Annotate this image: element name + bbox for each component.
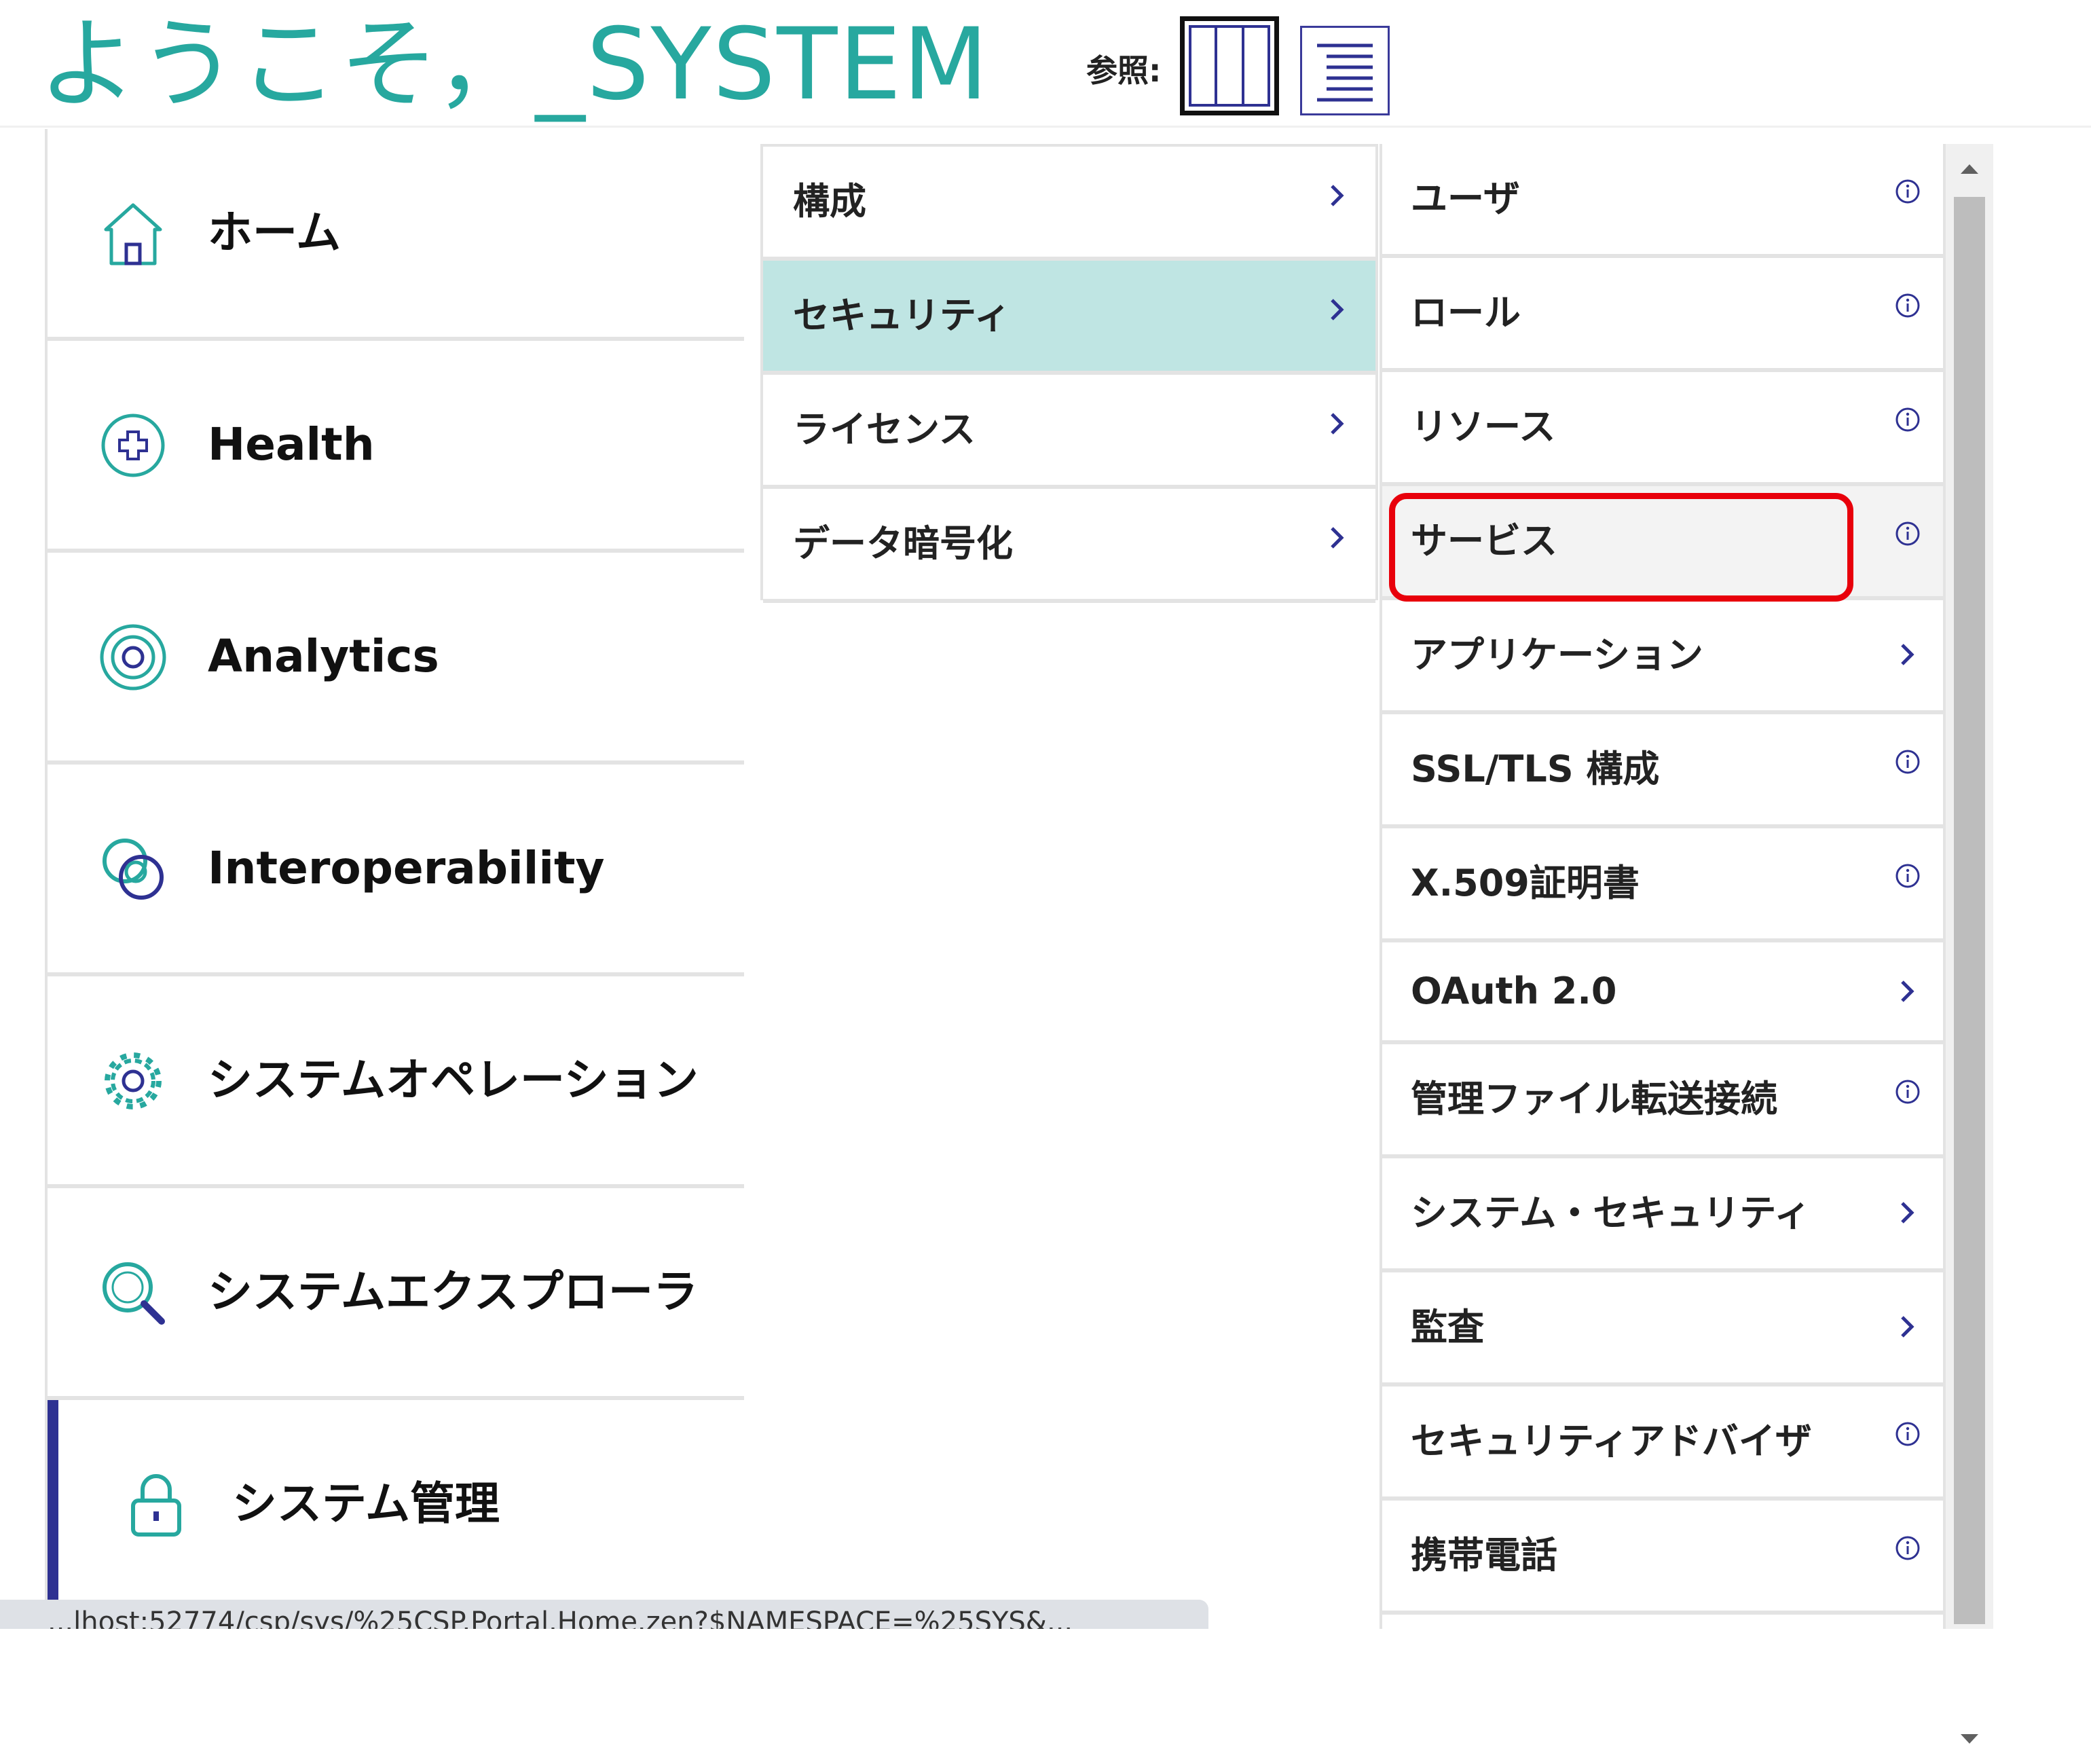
nav-label: Health: [208, 418, 375, 471]
chevron-right-icon: [1331, 299, 1344, 320]
info-icon[interactable]: [1894, 178, 1921, 205]
security-item-x509[interactable]: X.509証明書: [1382, 828, 1943, 942]
submenu-item-security[interactable]: セキュリティ: [763, 261, 1375, 375]
security-item-resources[interactable]: リソース: [1382, 372, 1943, 486]
submenu-item-configuration[interactable]: 構成: [763, 147, 1375, 261]
list-item[interactable]: [1382, 1615, 1943, 1629]
nav-item-system-operation[interactable]: システムオペレーション: [48, 976, 744, 1188]
chevron-right-icon: [1331, 527, 1344, 549]
magnifier-icon: [103, 1262, 165, 1325]
submenu-label: 構成: [793, 180, 866, 223]
security-item-security-advisor[interactable]: セキュリティアドバイザ: [1382, 1386, 1943, 1501]
nav-label: Interoperability: [208, 842, 605, 894]
submenu-label: セキュリティ: [793, 294, 1011, 337]
list-view-icon: [1317, 43, 1373, 102]
security-item-applications[interactable]: アプリケーション: [1382, 600, 1943, 714]
admin-submenu: 構成 セキュリティ ライセンス データ暗号化: [760, 144, 1378, 603]
nav-label: システムオペレーション: [208, 1054, 699, 1106]
nav-item-system-admin[interactable]: システム管理: [48, 1400, 744, 1612]
security-item-label: ロール: [1411, 291, 1521, 334]
nav-item-system-explorer[interactable]: システムエクスプローラ: [48, 1188, 744, 1400]
status-bar: ...lhost:52774/csp/sys/%25CSP.Portal.Hom…: [0, 1600, 1208, 1629]
security-item-label: X.509証明書: [1411, 862, 1640, 904]
nav-item-interoperability[interactable]: Interoperability: [48, 765, 744, 976]
chevron-right-icon: [1331, 413, 1344, 435]
info-icon[interactable]: [1894, 1420, 1921, 1448]
nav-label: Analytics: [208, 630, 439, 682]
main-nav: ホーム Health Analytics Interoperability シス…: [45, 129, 744, 1629]
nav-item-health[interactable]: Health: [48, 341, 744, 553]
security-item-label: システム・セキュリティ: [1411, 1192, 1811, 1234]
columns-view-button[interactable]: [1180, 16, 1279, 115]
security-item-system-security[interactable]: システム・セキュリティ: [1382, 1158, 1943, 1272]
info-icon[interactable]: [1894, 520, 1921, 547]
security-item-label: アプリケーション: [1411, 633, 1703, 676]
info-icon[interactable]: [1894, 862, 1921, 889]
submenu-item-data-encryption[interactable]: データ暗号化: [763, 489, 1375, 603]
security-item-label: リソース: [1411, 405, 1556, 448]
security-item-roles[interactable]: ロール: [1382, 258, 1943, 372]
top-header: ようこそ，_SYSTEM 参照:: [0, 0, 2091, 128]
submenu-label: データ暗号化: [793, 522, 1013, 565]
scroll-up-arrow-icon[interactable]: [1946, 144, 1993, 191]
chevron-right-icon: [1331, 185, 1344, 206]
submenu-label: ライセンス: [793, 408, 976, 451]
security-item-ssl-tls[interactable]: SSL/TLS 構成: [1382, 714, 1943, 828]
health-plus-icon: [101, 414, 165, 477]
chevron-right-icon: [1901, 980, 1914, 1002]
padlock-icon: [131, 1474, 181, 1537]
security-item-mobile-phone[interactable]: 携帯電話: [1382, 1501, 1943, 1615]
highlight-annotation: [1389, 493, 1853, 602]
security-item-label: SSL/TLS 構成: [1411, 748, 1660, 790]
security-menu: ユーザ ロール リソース サービス アプリケーション SSL/TLS 構成 X.…: [1380, 144, 1946, 1629]
chevron-right-icon: [1901, 1202, 1914, 1224]
chevron-right-icon: [1901, 644, 1914, 665]
security-item-auditing[interactable]: 監査: [1382, 1272, 1943, 1386]
chevron-right-icon: [1901, 1316, 1914, 1338]
list-view-button[interactable]: [1300, 26, 1390, 115]
security-item-mft-connections[interactable]: 管理ファイル転送接続: [1382, 1044, 1943, 1158]
linked-rings-icon: [103, 839, 164, 900]
info-icon[interactable]: [1894, 292, 1921, 319]
security-item-label: 管理ファイル転送接続: [1411, 1078, 1777, 1120]
scroll-down-arrow-icon[interactable]: [1946, 1716, 1993, 1764]
scrollbar[interactable]: [1946, 144, 1993, 1744]
info-icon[interactable]: [1894, 748, 1921, 775]
submenu-item-license[interactable]: ライセンス: [763, 375, 1375, 489]
gear-icon: [105, 1052, 162, 1109]
info-icon[interactable]: [1894, 406, 1921, 433]
security-item-users[interactable]: ユーザ: [1382, 144, 1943, 258]
scrollbar-thumb[interactable]: [1954, 197, 1985, 1624]
security-item-label: 監査: [1411, 1306, 1484, 1348]
home-icon: [104, 203, 162, 265]
status-url: ...lhost:52774/csp/sys/%25CSP.Portal.Hom…: [48, 1606, 1073, 1629]
nav-item-home[interactable]: ホーム: [48, 129, 744, 341]
info-icon[interactable]: [1894, 1535, 1921, 1562]
target-icon: [100, 624, 166, 691]
nav-label: ホーム: [208, 206, 341, 259]
nav-item-analytics[interactable]: Analytics: [48, 553, 744, 765]
welcome-title: ようこそ，_SYSTEM: [38, 7, 990, 122]
nav-label: システムエクスプローラ: [208, 1266, 699, 1318]
columns-view-icon: [1189, 25, 1270, 107]
view-label: 参照:: [1086, 52, 1162, 89]
security-item-label: セキュリティアドバイザ: [1411, 1420, 1812, 1463]
security-item-label: ユーザ: [1411, 177, 1520, 220]
security-item-label: OAuth 2.0: [1411, 970, 1617, 1012]
info-icon[interactable]: [1894, 1078, 1921, 1105]
security-item-oauth[interactable]: OAuth 2.0: [1382, 942, 1943, 1044]
nav-label: システム管理: [232, 1477, 500, 1530]
security-item-label: 携帯電話: [1411, 1534, 1557, 1577]
